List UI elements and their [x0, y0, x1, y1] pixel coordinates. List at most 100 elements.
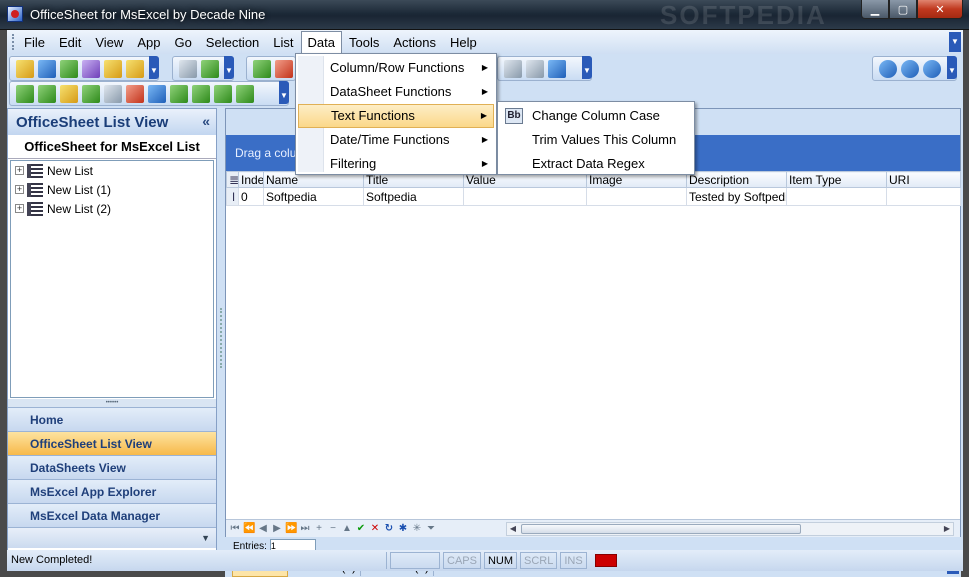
excel-new-icon[interactable]: [38, 84, 56, 103]
menu-actions[interactable]: Actions: [386, 31, 443, 54]
column-header-description[interactable]: Description: [686, 171, 787, 188]
last-record-icon[interactable]: ⏭: [299, 523, 311, 534]
next-page-icon[interactable]: ⏩: [285, 523, 297, 534]
about-icon[interactable]: [901, 59, 919, 78]
toolbar-print-chevron-icon[interactable]: ▼: [582, 56, 592, 79]
expand-icon[interactable]: +: [15, 204, 24, 213]
filter-icon[interactable]: ⏷: [425, 523, 437, 534]
scroll-left-icon[interactable]: ◀: [507, 523, 519, 535]
toolbar-search-chevron-icon[interactable]: ▼: [224, 56, 234, 79]
goto-bookmark-icon[interactable]: ✳: [411, 523, 423, 534]
horizontal-scrollbar[interactable]: ◀ ▶: [506, 522, 954, 536]
toolbar-file-chevron-icon[interactable]: ▼: [149, 56, 159, 79]
expand-icon[interactable]: +: [15, 185, 24, 194]
excel-transfer-icon[interactable]: [236, 84, 254, 103]
next-record-icon[interactable]: ▶: [271, 523, 283, 534]
excel-sheet-icon[interactable]: [170, 84, 188, 103]
menu-item-trim-values[interactable]: Trim Values This Column: [500, 128, 692, 152]
refresh-records-icon[interactable]: ↻: [383, 523, 395, 534]
excel-print-icon[interactable]: [104, 84, 122, 103]
cell-image[interactable]: [586, 187, 687, 206]
menu-go[interactable]: Go: [167, 31, 198, 54]
toolbar-excel-chevron-icon[interactable]: ▼: [279, 81, 289, 104]
language-flag-icon[interactable]: [594, 554, 617, 567]
vertical-splitter[interactable]: [218, 108, 224, 568]
excel-copy-icon[interactable]: [148, 84, 166, 103]
column-header-index[interactable]: Inde: [238, 171, 264, 188]
export-icon[interactable]: [60, 59, 78, 78]
print-icon[interactable]: [504, 59, 522, 78]
bookmark-icon[interactable]: ✱: [397, 523, 409, 534]
prev-page-icon[interactable]: ⏪: [243, 523, 255, 534]
help-icon[interactable]: [879, 59, 897, 78]
menu-list[interactable]: List: [266, 31, 300, 54]
window-icon[interactable]: [548, 59, 566, 78]
nav-msexcel-data-manager[interactable]: MsExcel Data Manager: [8, 503, 216, 527]
scroll-thumb[interactable]: [521, 524, 801, 534]
excel-folder-icon[interactable]: [60, 84, 78, 103]
menubar-chevron-icon[interactable]: ▼: [949, 32, 961, 52]
menu-view[interactable]: View: [88, 31, 130, 54]
menu-item-column-row-functions[interactable]: Column/Row Functions ▶: [298, 56, 494, 80]
tree-item[interactable]: + New List: [11, 161, 213, 180]
menu-help[interactable]: Help: [443, 31, 484, 54]
nav-msexcel-app-explorer[interactable]: MsExcel App Explorer: [8, 479, 216, 503]
first-record-icon[interactable]: ⏮: [229, 523, 241, 534]
excel-import-icon[interactable]: [82, 84, 100, 103]
menu-data[interactable]: Data: [300, 31, 342, 53]
nav-officesheet-list-view[interactable]: OfficeSheet List View: [8, 431, 216, 455]
menu-file[interactable]: File: [17, 31, 52, 54]
folder-icon[interactable]: [126, 59, 144, 78]
close-button[interactable]: ✕: [917, 0, 963, 19]
open-icon[interactable]: [16, 59, 34, 78]
table-row[interactable]: I 0 Softpedia Softpedia Tested by Softpe…: [226, 187, 961, 206]
collapse-panel-icon[interactable]: «: [202, 113, 210, 129]
menu-item-change-column-case[interactable]: Bb Change Column Case: [500, 104, 692, 128]
menu-item-filtering[interactable]: Filtering ▶: [298, 152, 494, 176]
excel-export-icon[interactable]: [214, 84, 232, 103]
accept-record-icon[interactable]: ✔: [355, 523, 367, 534]
maximize-button[interactable]: ▢: [889, 0, 917, 19]
menu-tools[interactable]: Tools: [342, 31, 386, 54]
find-user-icon[interactable]: [201, 59, 219, 78]
undo-icon[interactable]: [104, 59, 122, 78]
add-row-icon[interactable]: [253, 59, 271, 78]
cell-description[interactable]: Tested by Softpedia: [686, 187, 787, 206]
nav-datasheets-view[interactable]: DataSheets View: [8, 455, 216, 479]
menu-item-datasheet-functions[interactable]: DataSheet Functions ▶: [298, 80, 494, 104]
panel-splitter[interactable]: ••••••: [8, 399, 216, 407]
menubar-grip-icon[interactable]: [12, 34, 15, 50]
minimize-button[interactable]: ▁: [861, 0, 889, 19]
menu-edit[interactable]: Edit: [52, 31, 88, 54]
column-header-uri[interactable]: URI: [886, 171, 961, 188]
excel-close-icon[interactable]: [126, 84, 144, 103]
delete-row-icon[interactable]: [275, 59, 293, 78]
excel-table-icon[interactable]: [192, 84, 210, 103]
cancel-record-icon[interactable]: ✕: [369, 523, 381, 534]
info-icon[interactable]: [923, 59, 941, 78]
prev-record-icon[interactable]: ◀: [257, 523, 269, 534]
cell-name[interactable]: Softpedia: [263, 187, 364, 206]
menu-item-text-functions[interactable]: Text Functions ▶: [298, 104, 494, 128]
toolbar-help-chevron-icon[interactable]: ▼: [947, 56, 957, 79]
column-header-item-type[interactable]: Item Type: [786, 171, 887, 188]
grid-corner-icon[interactable]: ≣: [226, 171, 239, 188]
refresh-icon[interactable]: [82, 59, 100, 78]
excel-open-icon[interactable]: [16, 84, 34, 103]
search-icon[interactable]: [179, 59, 197, 78]
edit-record-icon[interactable]: ▲: [341, 523, 353, 534]
cell-item-type[interactable]: [786, 187, 887, 206]
menu-item-date-time-functions[interactable]: Date/Time Functions ▶: [298, 128, 494, 152]
cell-index[interactable]: 0: [238, 187, 264, 206]
add-record-icon[interactable]: +: [313, 523, 325, 534]
menu-selection[interactable]: Selection: [199, 31, 266, 54]
menu-item-extract-data-regex[interactable]: Extract Data Regex: [500, 152, 692, 176]
menu-app[interactable]: App: [130, 31, 167, 54]
cell-title[interactable]: Softpedia: [363, 187, 464, 206]
print-preview-icon[interactable]: [526, 59, 544, 78]
expand-icon[interactable]: +: [15, 166, 24, 175]
nav-home[interactable]: Home: [8, 407, 216, 431]
tree-item[interactable]: + New List (2): [11, 199, 213, 218]
nav-overflow-chevron-icon[interactable]: ▼: [8, 527, 216, 548]
delete-record-icon[interactable]: −: [327, 523, 339, 534]
